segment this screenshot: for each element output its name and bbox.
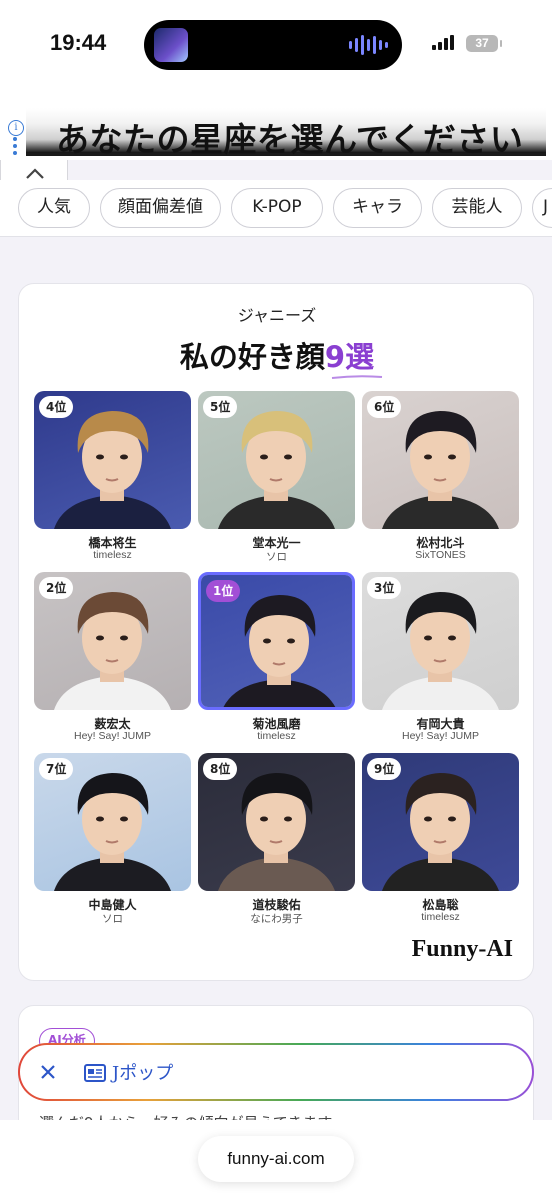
chip-face-score[interactable]: 顔面偏差値 bbox=[100, 188, 221, 228]
ranking-tile[interactable]: 3位 bbox=[362, 572, 519, 710]
search-suggestion-bar[interactable]: Jポップ bbox=[18, 1043, 534, 1101]
ranking-tile[interactable]: 1位 bbox=[198, 572, 355, 710]
ranking-tile[interactable]: 7位 bbox=[34, 753, 191, 891]
ad-more-icon[interactable] bbox=[11, 136, 19, 156]
tile-group: timelesz bbox=[257, 730, 296, 742]
category-chips: 人気 顔面偏差値 K-POP キャラ 芸能人 J bbox=[0, 180, 552, 236]
chip-celebrity[interactable]: 芸能人 bbox=[432, 188, 522, 228]
audio-wave-icon bbox=[349, 34, 388, 56]
close-icon[interactable] bbox=[38, 1062, 58, 1082]
now-playing-app-icon bbox=[154, 28, 188, 62]
chip-character[interactable]: キャラ bbox=[333, 188, 422, 228]
rank-badge: 1位 bbox=[206, 580, 241, 602]
tile-group: Hey! Say! JUMP bbox=[73, 730, 152, 742]
chip-popular[interactable]: 人気 bbox=[18, 188, 90, 228]
rank-badge: 4位 bbox=[39, 396, 74, 418]
rank-badge: 6位 bbox=[367, 396, 402, 418]
tile-group: なにわ男子 bbox=[250, 913, 303, 925]
tile-group: SixTONES bbox=[415, 549, 466, 561]
search-query[interactable]: Jポップ bbox=[112, 1059, 173, 1085]
ad-info-icon[interactable]: i bbox=[8, 120, 24, 136]
url-bar[interactable]: funny-ai.com bbox=[198, 1136, 354, 1182]
rank-badge: 7位 bbox=[39, 758, 74, 780]
card-title-main: 私の好き顔 bbox=[179, 340, 325, 374]
status-bar: 19:44 37 bbox=[0, 0, 552, 84]
news-icon bbox=[84, 1064, 106, 1082]
watermark: Funny-AI bbox=[411, 936, 513, 962]
ranking-tile[interactable]: 8位 bbox=[198, 753, 355, 891]
tile-group: Hey! Say! JUMP bbox=[401, 730, 480, 742]
rank-badge: 9位 bbox=[367, 758, 402, 780]
browser-bottom-bar: funny-ai.com bbox=[0, 1120, 552, 1200]
title-underline bbox=[331, 375, 383, 379]
battery-icon: 37 bbox=[466, 35, 502, 52]
ranking-card: ジャニーズ 私の好き顔9選 4位 橋本将生 timelesz 5位 堂本光一 ソロ 6位 松村… bbox=[18, 283, 534, 981]
chip-kpop[interactable]: K-POP bbox=[231, 188, 323, 228]
tile-group: timelesz bbox=[93, 549, 132, 561]
tile-group: timelesz bbox=[421, 911, 460, 923]
rank-badge: 3位 bbox=[367, 577, 402, 599]
card-subtitle: ジャニーズ bbox=[237, 306, 317, 325]
cellular-signal-icon bbox=[432, 34, 454, 50]
rank-badge: 8位 bbox=[203, 758, 238, 780]
card-title: 私の好き顔9選 bbox=[19, 334, 535, 376]
card-title-accent: 9選 bbox=[324, 340, 375, 374]
dynamic-island[interactable] bbox=[144, 20, 402, 70]
search-inner: Jポップ bbox=[20, 1045, 532, 1099]
rank-badge: 5位 bbox=[203, 396, 238, 418]
ranking-tile[interactable]: 5位 bbox=[198, 391, 355, 529]
ranking-tile[interactable]: 4位 bbox=[34, 391, 191, 529]
rank-badge: 2位 bbox=[39, 577, 74, 599]
chips-divider bbox=[0, 236, 552, 237]
ranking-tile[interactable]: 2位 bbox=[34, 572, 191, 710]
ad-headline[interactable]: あなたの星座を選んでください bbox=[56, 113, 523, 161]
clock: 19:44 bbox=[50, 30, 107, 55]
tile-group: ソロ bbox=[102, 913, 123, 925]
ranking-tile[interactable]: 6位 bbox=[362, 391, 519, 529]
chip-j[interactable]: J bbox=[532, 188, 552, 228]
tile-group: ソロ bbox=[266, 551, 287, 563]
ranking-tile[interactable]: 9位 bbox=[362, 753, 519, 891]
